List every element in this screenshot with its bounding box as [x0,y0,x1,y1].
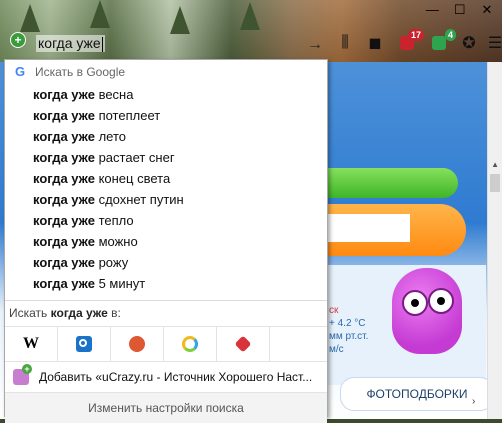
suggestion-completion: весна [94,87,134,102]
scroll-up-icon[interactable]: ▲ [491,160,499,169]
theme-tree-decoration [240,2,260,30]
google-icon: G [14,64,26,79]
suggestion-item[interactable]: когда уже растает снег [5,147,327,168]
weather-temperature: + 4.2 °C [329,318,366,329]
notifications-button[interactable]: 17 [396,29,424,54]
weather-pressure: мм рт.ст. [329,331,369,342]
engine-gift[interactable] [217,327,270,361]
mascot-eye [402,290,428,316]
suggestion-completion: растает снег [94,150,175,165]
suggestion-query: когда уже [33,276,95,291]
search-with-query: когда уже [50,306,108,320]
tab-photo-collections[interactable]: ФОТОПОДБОРКИ [340,377,494,411]
suggestion-query: когда уже [33,171,95,186]
mail-button[interactable]: 4 [428,29,456,54]
suggestion-query: когда уже [33,87,95,102]
private-mask-icon[interactable]: ◼ [364,32,386,54]
suggestion-completion: можно [94,234,138,249]
suggestion-item[interactable]: когда уже можно [5,231,327,252]
mascot-eye [428,288,454,314]
engine-empty-slot [270,327,327,361]
wikipedia-icon: W [23,335,39,352]
suggestion-query: когда уже [33,150,95,165]
suggestion-completion: тепло [94,213,134,228]
suggestion-completion: потеплеет [94,108,161,123]
suggestion-item[interactable]: когда уже конец света [5,168,327,189]
search-with-label: Искать когда уже в: [5,301,327,324]
suggestion-completion: 5 минут [94,276,146,291]
engine-duckduckgo[interactable] [111,327,164,361]
suggestion-query: когда уже [33,213,95,228]
suggestion-completion: рожу [94,255,129,270]
suggestion-query: когда уже [33,234,95,249]
suggestion-item[interactable]: когда уже 5 минут [5,273,327,294]
chevron-right-icon[interactable]: › [472,396,475,407]
weather-wind: м/с [329,344,344,355]
go-arrow-icon[interactable]: → [307,36,323,54]
weather-city: ск [329,305,339,316]
search-engine-label: Искать в Google [35,65,126,79]
suggestion-item[interactable]: когда уже потеплеет [5,105,327,126]
engine-yandex[interactable] [164,327,217,361]
address-typed-text: когда уже [38,35,101,51]
close-icon[interactable]: ✕ [478,2,496,18]
suggestion-completion: лето [94,129,126,144]
add-search-engine-item[interactable]: + Добавить «uCrazy.ru - Источник Хорошег… [5,362,327,393]
duckduckgo-icon [129,336,145,352]
suggestion-query: когда уже [33,108,95,123]
engine-wikipedia[interactable]: W [5,327,58,361]
minimize-icon[interactable]: — [423,2,441,18]
scroll-thumb[interactable] [490,174,500,192]
rainbow-ring-icon [182,336,198,352]
suggestion-item[interactable]: когда уже тепло [5,210,327,231]
text-caret [101,36,103,52]
bookmark-star-icon[interactable]: ✪ [458,32,480,54]
one-off-search-engines: W [5,326,327,362]
address-input[interactable]: когда уже [36,35,105,52]
mail-icon [432,36,446,50]
add-engine-icon: + [13,364,32,385]
add-search-engine-icon[interactable]: + [10,32,26,48]
window-controls: — ☐ ✕ [417,2,496,18]
scrollbar[interactable]: ▲ [487,62,502,419]
search-with-prefix: Искать [9,306,48,320]
purple-mascot [392,268,462,354]
engine-blue-search[interactable] [58,327,111,361]
theme-tree-decoration [20,4,40,32]
menu-icon[interactable]: ☰ [484,32,502,54]
maximize-icon[interactable]: ☐ [451,2,469,18]
suggestion-item[interactable]: когда уже рожу [5,252,327,273]
notifications-badge: 17 [407,29,424,41]
suggestion-list: когда уже весна когда уже потеплеет когд… [5,84,327,294]
suggestion-item[interactable]: когда уже сдохнет путин [5,189,327,210]
library-icon[interactable]: ⫼ [334,32,356,54]
theme-tree-decoration [90,0,110,28]
suggestion-query: когда уже [33,192,95,207]
suggestion-item[interactable]: когда уже весна [5,84,327,105]
green-banner [326,168,458,198]
suggestion-query: когда уже [33,255,95,270]
search-with-suffix: в: [111,306,121,320]
add-engine-label: Добавить «uCrazy.ru - Источник Хорошего … [39,370,313,384]
page-search-icon[interactable]: ⚲ [392,220,402,237]
suggestion-completion: сдохнет путин [94,192,184,207]
mail-badge: 4 [444,29,456,41]
search-engine-blue-icon [76,336,92,352]
weather-widget: ск + 4.2 °C мм рт.ст. м/с [329,304,368,356]
gift-box-icon [234,335,252,353]
search-engine-header[interactable]: G Искать в Google [5,60,327,84]
suggestion-query: когда уже [33,129,95,144]
suggestion-completion: конец света [94,171,171,186]
search-suggestions-dropdown: G Искать в Google когда уже весна когда … [4,59,328,423]
suggestion-item[interactable]: когда уже лето [5,126,327,147]
